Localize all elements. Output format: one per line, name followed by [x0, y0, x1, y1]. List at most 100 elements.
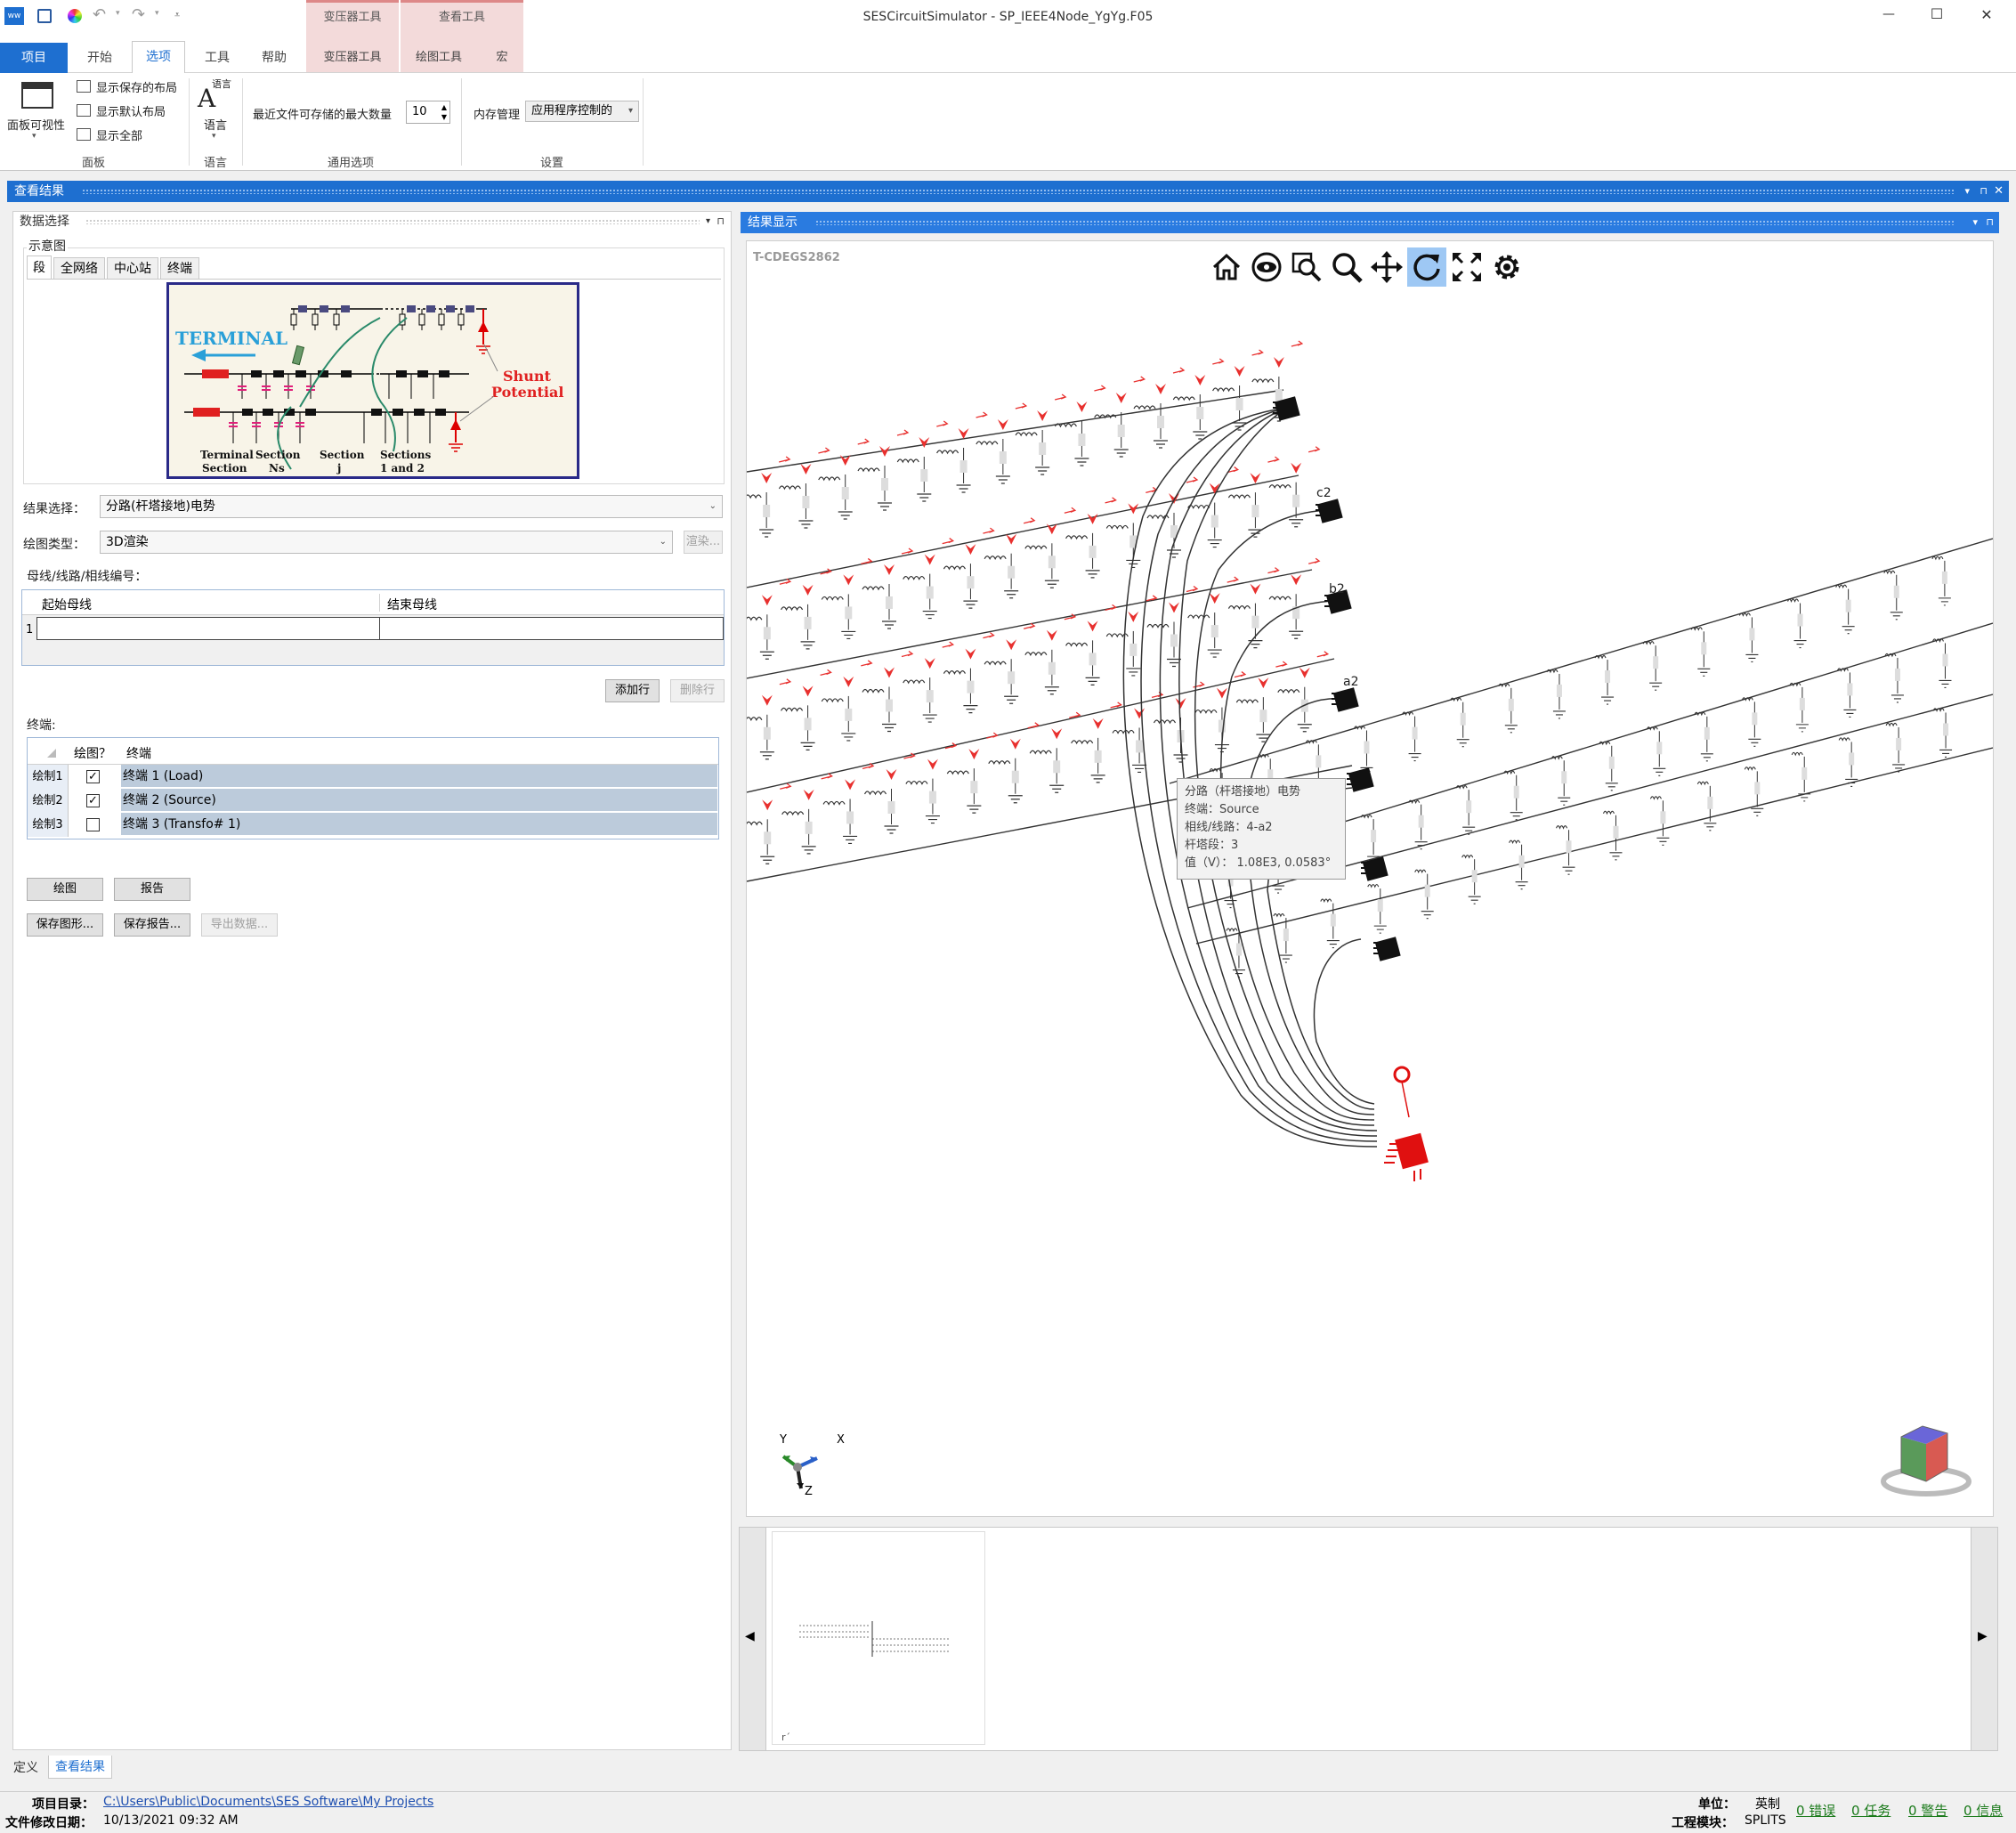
terminal-name-cell[interactable]: 终端 3 (Transfo# 1): [121, 813, 717, 836]
panel-dropdown-icon[interactable]: ▾: [706, 212, 710, 231]
zoom-icon[interactable]: [1329, 249, 1364, 285]
plot-type-combo[interactable]: 3D渲染 ⌄: [100, 531, 673, 554]
tower-ground: [1646, 726, 1666, 776]
general-group-title: 通用选项: [327, 157, 374, 170]
terminal-plot-checkbox[interactable]: ✓: [86, 794, 100, 807]
tower-ground: [1836, 668, 1857, 718]
close-button[interactable]: ✕: [1967, 6, 2006, 23]
tab-transformer-tools[interactable]: 变压器工具: [306, 43, 399, 73]
corner-select-all-icon[interactable]: [47, 749, 56, 758]
terminal-name-cell[interactable]: 终端 1 (Load): [121, 765, 717, 788]
project-dir-link[interactable]: C:\Users\Public\Documents\SES Software\M…: [103, 1795, 433, 1809]
panel-visibility-button[interactable]: 面板可视性: [7, 116, 65, 133]
terminal-row-header[interactable]: 绘制3: [28, 813, 69, 837]
tab-options[interactable]: 选项: [132, 41, 185, 73]
svg-text:Section: Section: [202, 462, 247, 474]
dock-dropdown-icon[interactable]: ▾: [1964, 181, 1970, 202]
thumbnail-item[interactable]: r´: [772, 1531, 985, 1745]
language-icon-label: 语言: [212, 78, 231, 90]
info-link[interactable]: 0 信息: [1963, 1801, 2003, 1820]
dock-pin-icon[interactable]: ⊓: [1980, 181, 1988, 202]
terminals-header-terminal: 终端: [126, 747, 151, 761]
maximize-button[interactable]: ☐: [1917, 5, 1956, 22]
bottom-tab-view-results[interactable]: 查看结果: [48, 1756, 112, 1779]
delete-row-button[interactable]: 删除行: [670, 679, 725, 702]
terminal-block[interactable]: [1316, 499, 1343, 523]
show-default-layout-button[interactable]: 显示默认布局: [96, 102, 166, 119]
export-data-button[interactable]: 导出数据...: [201, 913, 278, 937]
report-button[interactable]: 报告: [114, 878, 190, 901]
terminal-row-header[interactable]: 绘制2: [28, 789, 69, 813]
terminal-block[interactable]: [1332, 687, 1359, 712]
results-pin-icon[interactable]: ⊓: [1986, 212, 1994, 233]
tab-tools[interactable]: 工具: [192, 43, 242, 73]
tab-project[interactable]: 项目: [0, 43, 68, 73]
tower-ground: [1367, 884, 1387, 934]
language-group-title: 语言: [203, 157, 227, 170]
view-results-header: 查看结果 ▾ ⊓ ✕: [7, 181, 2009, 202]
svg-text:Sections: Sections: [380, 449, 431, 461]
tower-ground: [1741, 697, 1761, 747]
save-figure-button[interactable]: 保存图形...: [27, 913, 103, 937]
dock-close-icon[interactable]: ✕: [1994, 181, 2004, 202]
recent-files-label: 最近文件可存储的最大数量: [253, 109, 393, 122]
units-label: 单位：: [1698, 1797, 1736, 1812]
settings-group-title: 设置: [539, 157, 563, 170]
tab-drawing-tools[interactable]: 绘图工具: [401, 43, 477, 73]
tasks-link[interactable]: 0 任务: [1851, 1801, 1891, 1820]
show-all-button[interactable]: 显示全部: [96, 126, 142, 143]
tower-ground: [1550, 756, 1571, 806]
schematic-tab-segment[interactable]: 段: [27, 255, 52, 280]
panel-pin-icon[interactable]: ⊓: [717, 212, 725, 231]
plot-type-value: 3D渲染: [106, 535, 149, 549]
bus-table-cell-end[interactable]: [379, 617, 724, 640]
save-report-button[interactable]: 保存报告...: [114, 913, 190, 937]
terminal-row-header[interactable]: 绘制1: [28, 765, 69, 789]
bus-table-cell-start[interactable]: [36, 617, 380, 640]
tab-start[interactable]: 开始: [75, 43, 125, 73]
panel-visibility-icon[interactable]: [21, 82, 53, 109]
show-saved-layout-button[interactable]: 显示保存的布局: [96, 78, 177, 95]
pan-icon[interactable]: [1369, 249, 1405, 285]
schematic-label: 示意图: [27, 237, 68, 255]
terminal-plot-checkbox[interactable]: ✓: [86, 770, 100, 783]
zoom-window-icon[interactable]: [1289, 249, 1324, 285]
schematic-tab-terminal[interactable]: 终端: [160, 257, 199, 280]
terminal-block[interactable]: [1373, 937, 1401, 961]
axis-label-y: Y: [780, 1433, 787, 1447]
settings-gear-icon[interactable]: [1489, 249, 1525, 285]
tower-ground: [1884, 653, 1904, 703]
bottom-tab-definition[interactable]: 定义: [9, 1757, 43, 1779]
module-label: 工程模块：: [1672, 1816, 1734, 1830]
circuit-3d-plot[interactable]: [747, 285, 1993, 1513]
eye-icon[interactable]: [1249, 249, 1284, 285]
rotate-icon[interactable]: [1409, 249, 1445, 285]
source-terminal[interactable]: [1384, 1132, 1429, 1181]
render-button[interactable]: 渲染...: [684, 531, 723, 554]
fit-screen-icon[interactable]: [1449, 249, 1485, 285]
schematic-tab-full-network[interactable]: 全网络: [53, 257, 105, 280]
recent-files-spinner[interactable]: 10 ▲ ▼: [406, 101, 450, 124]
add-row-button[interactable]: 添加行: [605, 679, 660, 702]
tab-help[interactable]: 帮助: [249, 43, 299, 73]
results-dropdown-icon[interactable]: ▾: [1972, 212, 1978, 233]
view-cube-icon[interactable]: [1880, 1419, 1974, 1501]
tower-ground: [1503, 770, 1523, 821]
terminals-label: 终端:: [27, 718, 56, 733]
errors-link[interactable]: 0 错误: [1796, 1801, 1835, 1820]
terminal-name-cell[interactable]: 终端 2 (Source): [121, 789, 717, 812]
plot-button[interactable]: 绘图: [27, 878, 103, 901]
spinner-arrows-icon[interactable]: ▲ ▼: [441, 102, 447, 122]
terminal-plot-checkbox[interactable]: [86, 818, 100, 831]
memory-management-select[interactable]: 应用程序控制的 ▾: [525, 101, 639, 122]
result-select-combo[interactable]: 分路(杆塔接地)电势 ⌄: [100, 495, 723, 518]
language-button[interactable]: 语言: [204, 116, 227, 133]
home-icon[interactable]: [1209, 249, 1244, 285]
warnings-link[interactable]: 0 警告: [1908, 1801, 1947, 1820]
schematic-tab-central-station[interactable]: 中心站: [107, 257, 158, 280]
ribbon-panel: 面板可视性 ▾ 显示保存的布局 显示默认布局 显示全部 面板 A 语言 语言 ▾…: [0, 73, 2016, 171]
bus-table-header-start: 起始母线: [42, 598, 92, 612]
minimize-button[interactable]: —: [1869, 7, 1908, 21]
tab-macro[interactable]: 宏: [481, 43, 523, 73]
conductor-line: [747, 389, 1284, 473]
